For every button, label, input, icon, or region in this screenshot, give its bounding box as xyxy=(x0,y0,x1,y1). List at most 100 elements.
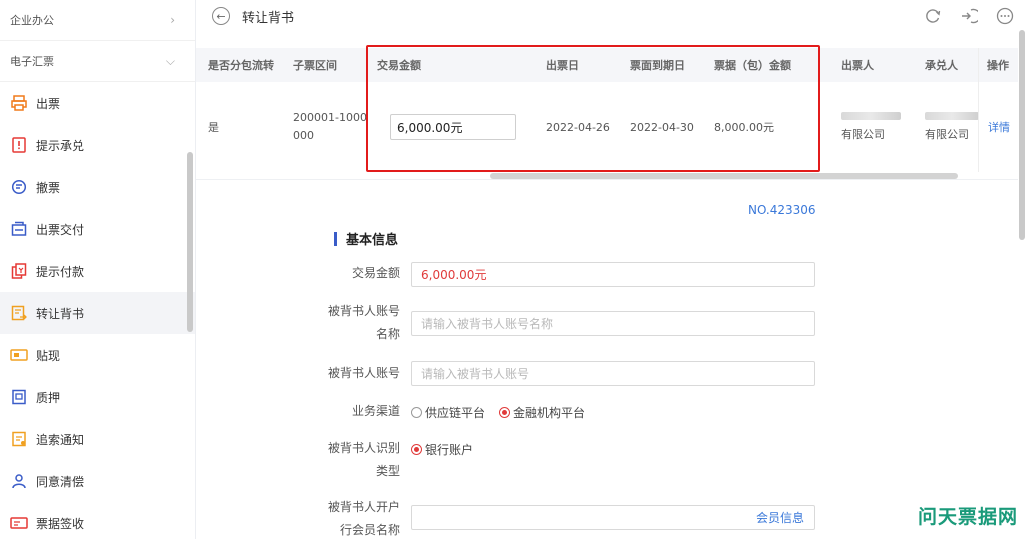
cell-range: 200001-1000 000 xyxy=(293,82,367,172)
sidebar-group-ebill[interactable]: 电子汇票 ⌵ xyxy=(0,41,195,82)
col-range: 子票区间 xyxy=(293,59,337,72)
chevron-down-icon: ⌵ xyxy=(165,53,175,68)
sidebar-item-acceptance[interactable]: 提示承兑 xyxy=(0,124,195,166)
sign-icon xyxy=(10,514,28,532)
col-acceptor: 承兑人 xyxy=(925,59,958,72)
radio-supply-chain[interactable] xyxy=(411,407,422,418)
drawer-name: 有限公司 xyxy=(841,128,885,141)
cell-acceptor: 有限公司 xyxy=(925,82,979,172)
amount-field[interactable]: 6,000.00元 xyxy=(411,262,815,287)
chevron-right-icon: › xyxy=(170,13,175,27)
redacted-text xyxy=(841,112,901,120)
col-due-date: 票面到期日 xyxy=(630,59,685,72)
sidebar-item-deliver[interactable]: 出票交付 xyxy=(0,208,195,250)
label-line: 被背书人账号 xyxy=(327,304,400,318)
divider xyxy=(196,179,1018,180)
sidebar-group-office[interactable]: 企业办公 › xyxy=(0,0,195,41)
alert-doc-icon xyxy=(10,136,28,154)
redacted-text xyxy=(925,112,979,120)
acct-name-label: 被背书人账号 名称 xyxy=(320,300,400,346)
label-line: 名称 xyxy=(375,327,400,341)
sidebar-item-label: 贴现 xyxy=(36,348,61,363)
col-bill-amount: 票据（包）金额 xyxy=(714,59,791,72)
sidebar-scrollbar[interactable] xyxy=(187,152,193,332)
col-issue-date: 出票日 xyxy=(546,59,579,72)
sidebar-item-issue[interactable]: 出票 xyxy=(0,82,195,124)
section-bar xyxy=(334,231,337,246)
bank-member-label: 被背书人开户 行会员名称 xyxy=(320,496,400,539)
sidebar-item-recourse[interactable]: 追索通知 xyxy=(0,418,195,460)
detail-link[interactable]: 详情 xyxy=(979,82,1018,172)
radio-label: 供应链平台 xyxy=(425,406,486,420)
sidebar-item-label: 转让背书 xyxy=(36,306,85,321)
col-amount: 交易金额 xyxy=(377,59,421,72)
sidebar-item-label: 质押 xyxy=(36,390,61,405)
acct-no-input[interactable]: 请输入被背书人账号 xyxy=(411,361,815,386)
bank-member-input[interactable]: 会员信息 xyxy=(411,505,815,530)
id-type-radio-group: 银行账户 xyxy=(411,441,473,458)
bill-number: NO.423306 xyxy=(748,203,816,217)
label-line: 被背书人识别 xyxy=(327,441,400,455)
back-arrow-icon[interactable]: ← xyxy=(212,7,230,25)
sidebar-item-revoke[interactable]: 撤票 xyxy=(0,166,195,208)
amount-input[interactable]: 6,000.00元 xyxy=(390,114,516,140)
table-header: 是否分包流转 子票区间 交易金额 出票日 票面到期日 票据（包）金额 出票人 承… xyxy=(196,48,1018,82)
section-title: 基本信息 xyxy=(334,229,398,248)
channel-label: 业务渠道 xyxy=(351,404,400,418)
sidebar-item-label: 同意清偿 xyxy=(36,474,85,489)
sidebar-group-label: 企业办公 xyxy=(10,14,54,27)
sidebar-item-label: 追索通知 xyxy=(36,432,85,447)
member-info-link[interactable]: 会员信息 xyxy=(756,509,804,526)
radio-label: 金融机构平台 xyxy=(513,406,586,420)
page-header: ← 转让背书 xyxy=(196,0,1028,32)
cell-amount: 6,000.00元 xyxy=(390,82,516,172)
page-title: 转让背书 xyxy=(242,10,295,26)
cell-split: 是 xyxy=(208,121,219,134)
sidebar-item-label: 提示付款 xyxy=(36,264,85,279)
col-split: 是否分包流转 xyxy=(208,59,274,72)
acct-name-input[interactable]: 请输入被背书人账号名称 xyxy=(411,311,815,336)
acct-no-label: 被背书人账号 xyxy=(327,366,400,380)
header-toolbar xyxy=(922,5,1016,27)
acceptor-name: 有限公司 xyxy=(925,128,969,141)
radio-bank-account[interactable] xyxy=(411,444,422,455)
cell-range-line: 200001-1000 xyxy=(293,111,367,124)
sidebar-item-agree[interactable]: 同意清偿 xyxy=(0,460,195,502)
app-root: 企业办公 › 电子汇票 ⌵ 出票 提示承兑 撤票 出票交付 提示付款 转让背书 … xyxy=(0,0,1028,539)
cell-range-line: 000 xyxy=(293,129,314,142)
radio-financial[interactable] xyxy=(499,407,511,418)
sidebar-group-label: 电子汇票 xyxy=(10,55,54,68)
sidebar: 企业办公 › 电子汇票 ⌵ 出票 提示承兑 撤票 出票交付 提示付款 转让背书 … xyxy=(0,0,196,539)
watermark-logo: 问天票据网 xyxy=(918,506,1019,528)
sidebar-item-endorse[interactable]: 转让背书 xyxy=(0,292,195,334)
endorse-icon xyxy=(10,304,28,322)
more-icon[interactable] xyxy=(994,5,1016,27)
col-action: 操作 xyxy=(979,48,1018,82)
sidebar-item-label: 票据签收 xyxy=(36,516,85,531)
discount-icon xyxy=(10,346,28,364)
id-type-label: 被背书人识别 类型 xyxy=(320,437,400,483)
sidebar-item-sign[interactable]: 票据签收 xyxy=(0,502,195,539)
page-scrollbar[interactable] xyxy=(1019,30,1025,240)
revoke-icon xyxy=(10,178,28,196)
agree-icon xyxy=(10,472,28,490)
printer-icon xyxy=(10,94,28,112)
cell-due-date: 2022-04-30 xyxy=(630,120,694,134)
label-line: 类型 xyxy=(375,464,400,478)
label-line: 被背书人开户 xyxy=(327,500,400,514)
col-drawer: 出票人 xyxy=(841,59,874,72)
cell-drawer: 有限公司 xyxy=(841,82,901,172)
sidebar-item-discount[interactable]: 贴现 xyxy=(0,334,195,376)
pledge-icon xyxy=(10,388,28,406)
sidebar-item-payment[interactable]: 提示付款 xyxy=(0,250,195,292)
exit-icon[interactable] xyxy=(958,5,980,27)
cell-issue-date: 2022-04-26 xyxy=(546,120,610,134)
amount-label: 交易金额 xyxy=(351,266,400,280)
bill-table: 是否分包流转 子票区间 交易金额 出票日 票面到期日 票据（包）金额 出票人 承… xyxy=(196,48,1018,172)
sidebar-item-label: 出票交付 xyxy=(36,222,85,237)
sidebar-item-label: 出票 xyxy=(36,96,61,111)
refresh-icon[interactable] xyxy=(922,5,944,27)
section-title-text: 基本信息 xyxy=(346,233,399,248)
sidebar-item-pledge[interactable]: 质押 xyxy=(0,376,195,418)
radio-label: 银行账户 xyxy=(425,443,474,457)
